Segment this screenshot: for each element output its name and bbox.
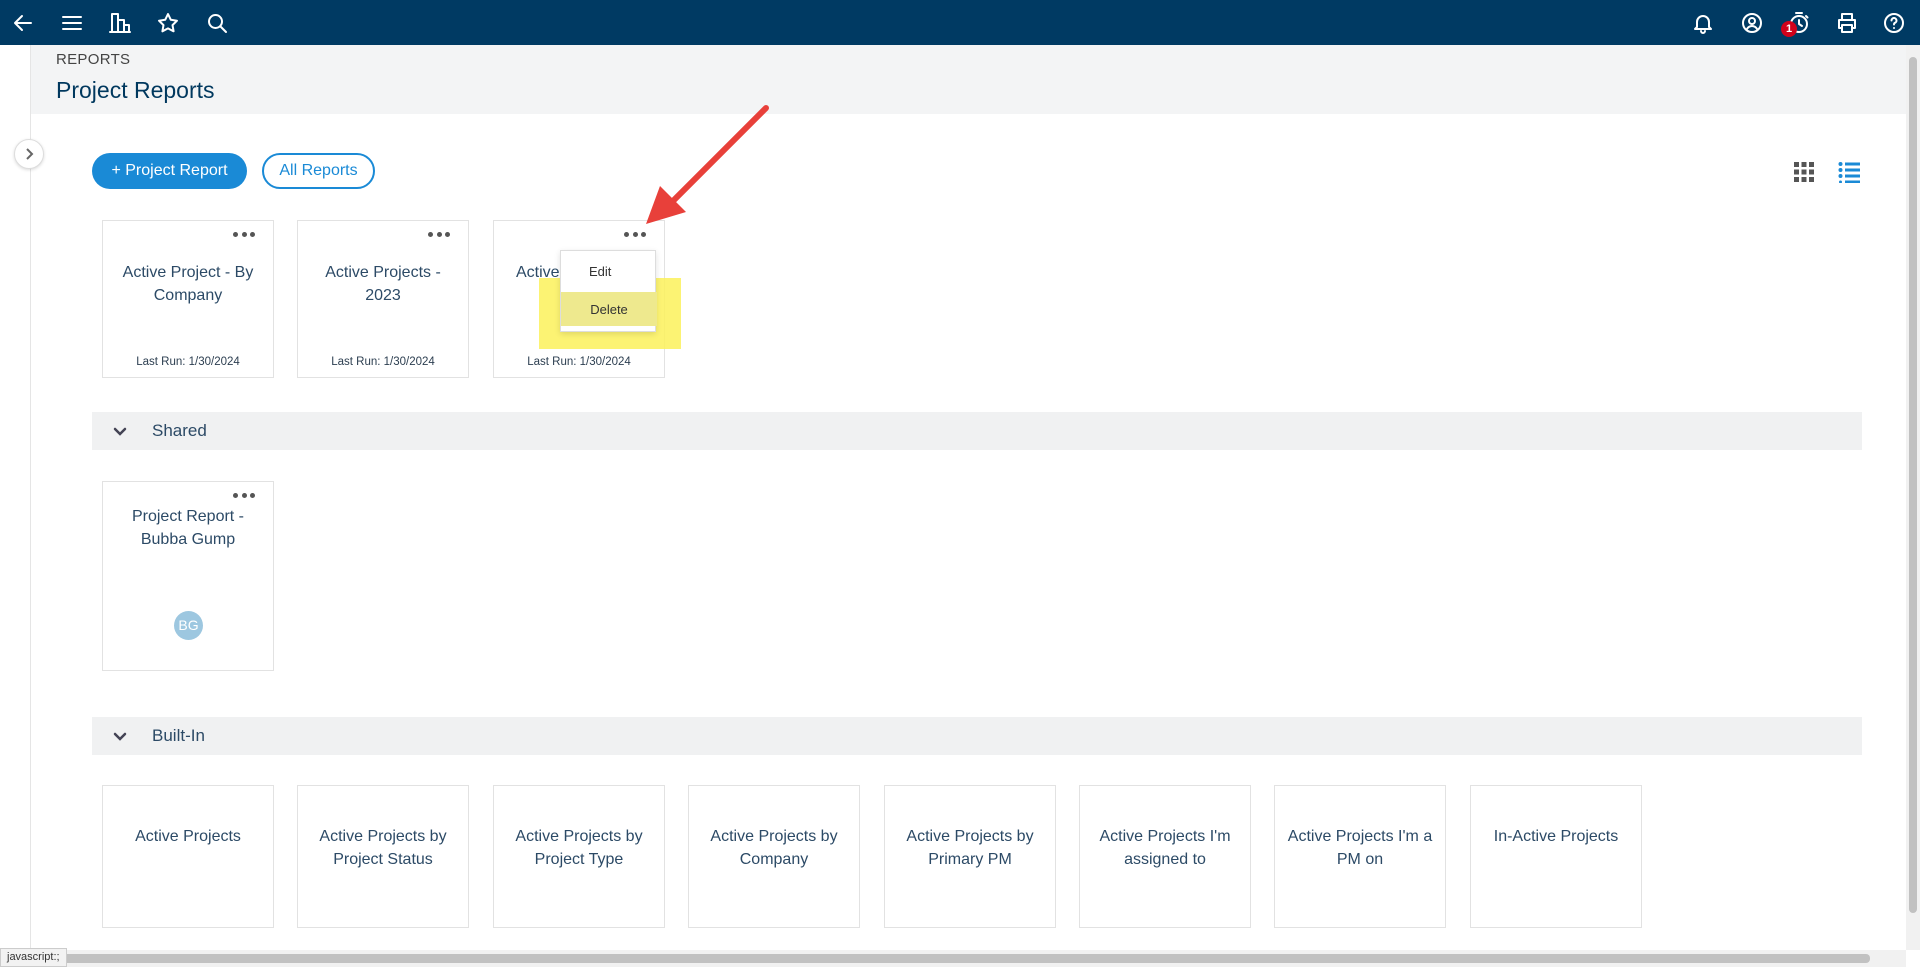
report-title: Active Projects by Project Type [515, 828, 643, 868]
report-title: Active Projects by Project Status [319, 828, 447, 868]
builtin-report-card[interactable]: Active Projects I'm a PM on [1274, 785, 1446, 928]
report-title: Active Projects [135, 828, 241, 845]
annotation-arrow-icon [646, 105, 769, 224]
user-circle-icon[interactable] [1732, 0, 1772, 45]
builtin-report-card[interactable]: Active Projects by Company [688, 785, 860, 928]
bell-icon[interactable] [1683, 0, 1723, 45]
all-reports-button[interactable]: All Reports [262, 153, 375, 189]
built-in-section-header[interactable]: Built-In [92, 717, 1862, 755]
builtin-report-card[interactable]: Active Projects I'm assigned to [1079, 785, 1251, 928]
page-header: REPORTS Project Reports [31, 45, 1906, 114]
builtin-report-card[interactable]: Active Projects by Primary PM [884, 785, 1056, 928]
last-run-date: Last Run: 1/30/2024 [136, 356, 240, 368]
chevron-right-icon [26, 148, 34, 160]
help-icon[interactable] [1874, 0, 1914, 45]
search-icon[interactable] [197, 0, 237, 45]
org-chart-icon[interactable] [100, 0, 140, 45]
report-context-menu: Edit Delete [560, 250, 657, 332]
builtin-report-card[interactable]: Active Projects [102, 785, 274, 928]
scrollbar-thumb[interactable] [1909, 57, 1917, 913]
report-card[interactable]: Project Report - Bubba Gump BG [102, 481, 274, 671]
avatar: BG [174, 611, 203, 640]
builtin-report-card[interactable]: In-Active Projects [1470, 785, 1642, 928]
list-view-icon[interactable] [1838, 161, 1860, 183]
report-title: Active Projects by Primary PM [906, 828, 1034, 868]
add-project-report-button[interactable]: + Project Report [92, 153, 247, 189]
report-title: Active Projects - 2023 [325, 264, 441, 304]
more-options-icon[interactable] [624, 229, 646, 239]
star-icon[interactable] [148, 0, 188, 45]
last-run-date: Last Run: 1/30/2024 [527, 356, 631, 368]
report-title: Active Project - By Company [122, 264, 254, 304]
edit-menu-item[interactable]: Edit [561, 254, 657, 288]
report-title: Active Projects I'm a PM on [1287, 828, 1433, 868]
horizontal-scrollbar[interactable] [0, 950, 1906, 967]
section-label: Built-In [152, 726, 205, 745]
section-label: Shared [152, 421, 207, 440]
report-card[interactable]: Active Project - By Company Last Run: 1/… [102, 220, 274, 378]
builtin-report-card[interactable]: Active Projects by Project Type [493, 785, 665, 928]
report-title: Project Report - Bubba Gump [131, 508, 245, 548]
report-card[interactable]: Active Projects - 2023 Last Run: 1/30/20… [297, 220, 469, 378]
report-title: Active Projects I'm assigned to [1099, 828, 1231, 868]
back-arrow-icon[interactable] [3, 0, 43, 45]
more-options-icon[interactable] [233, 229, 255, 239]
delete-menu-item[interactable]: Delete [561, 292, 657, 326]
scrollbar-thumb[interactable] [30, 954, 1870, 963]
page-title: Project Reports [56, 77, 215, 103]
left-rail [0, 45, 31, 950]
report-title: In-Active Projects [1493, 828, 1619, 845]
shared-section-header[interactable]: Shared [92, 412, 1862, 450]
chevron-down-icon [112, 424, 128, 440]
hamburger-menu-icon[interactable] [52, 0, 92, 45]
more-options-icon[interactable] [428, 229, 450, 239]
chevron-down-icon [112, 729, 128, 745]
grid-view-icon[interactable] [1793, 161, 1815, 183]
breadcrumb[interactable]: REPORTS [56, 51, 130, 68]
builtin-report-card[interactable]: Active Projects by Project Status [297, 785, 469, 928]
report-title: Active Projects by Company [710, 828, 838, 868]
status-bar-url: javascript:; [0, 948, 67, 967]
more-options-icon[interactable] [233, 490, 255, 500]
printer-icon[interactable] [1827, 0, 1867, 45]
last-run-date: Last Run: 1/30/2024 [331, 356, 435, 368]
timer-badge: 1 [1781, 21, 1797, 37]
vertical-scrollbar[interactable] [1906, 45, 1920, 950]
expand-sidebar-button[interactable] [14, 139, 44, 169]
top-nav-bar: 1 [0, 0, 1920, 45]
